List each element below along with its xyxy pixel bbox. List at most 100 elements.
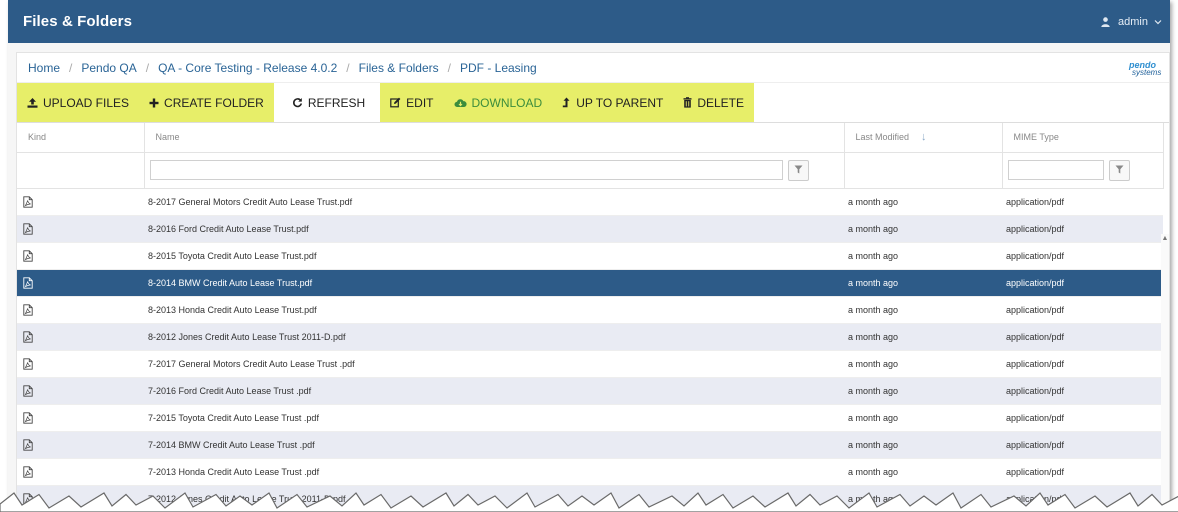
create-folder-label: CREATE FOLDER <box>164 95 264 110</box>
modified-filter-cell <box>844 152 1003 189</box>
up-to-parent-button[interactable]: UP TO PARENT <box>552 83 673 122</box>
pdf-file-icon <box>23 411 144 424</box>
file-name-cell: 7-2013 Honda Credit Auto Lease Trust .pd… <box>144 458 844 486</box>
mime-filter-button[interactable] <box>1108 159 1130 181</box>
mime-type-cell: application/pdf <box>1002 431 1163 459</box>
name-filter-button[interactable] <box>787 159 809 181</box>
column-header-mime-type[interactable]: MIME Type <box>1002 123 1164 153</box>
kind-filter-cell <box>17 152 145 189</box>
plus-icon <box>149 98 164 108</box>
last-modified-cell: a month ago <box>844 377 1002 405</box>
sort-descending-icon: ↓ <box>921 131 927 144</box>
user-menu[interactable]: admin <box>1101 16 1162 28</box>
file-row[interactable]: 8-2016 Ford Credit Auto Lease Trust.pdf a… <box>17 215 1163 243</box>
pdf-file-icon <box>23 357 144 370</box>
column-header-last-modified[interactable]: Last Modified ↓ <box>844 123 1003 153</box>
upload-icon <box>27 97 43 108</box>
breadcrumb-qa-core-testing[interactable]: QA - Core Testing - Release 4.0.2 <box>158 61 337 75</box>
refresh-button[interactable]: REFRESH <box>282 83 375 122</box>
mime-type-cell: application/pdf <box>1002 296 1163 324</box>
file-row[interactable]: 8-2012 Jones Credit Auto Lease Trust 201… <box>17 323 1163 351</box>
file-row[interactable]: 8-2017 General Motors Credit Auto Lease … <box>17 188 1163 216</box>
edit-button[interactable]: EDIT <box>380 83 443 122</box>
last-modified-cell: a month ago <box>844 296 1002 324</box>
kind-cell <box>17 377 144 405</box>
kind-cell <box>17 242 144 270</box>
kind-cell <box>17 215 144 243</box>
upload-files-button[interactable]: UPLOAD FILES <box>17 83 139 122</box>
kind-cell <box>17 269 144 297</box>
breadcrumb-pendo-qa[interactable]: Pendo QA <box>81 61 136 75</box>
file-name-cell: 8-2013 Honda Credit Auto Lease Trust.pdf <box>144 296 844 324</box>
file-name-cell: 7-2015 Toyota Credit Auto Lease Trust .p… <box>144 404 844 432</box>
grid-header-row: Kind Name Last Modified ↓ MIME Type <box>17 123 1164 153</box>
delete-button[interactable]: DELETE <box>673 83 754 122</box>
user-icon <box>1101 16 1110 27</box>
kind-cell <box>17 350 144 378</box>
file-row[interactable]: 8-2014 BMW Credit Auto Lease Trust.pdf a … <box>17 269 1163 297</box>
user-name: admin <box>1118 15 1148 28</box>
mime-type-cell: application/pdf <box>1002 350 1163 378</box>
toolbar-group-file-actions: EDIT DOWNLOAD UP TO PARENT DELETE <box>380 83 755 122</box>
app-title: Files & Folders <box>23 13 133 30</box>
name-filter-input[interactable] <box>149 160 783 180</box>
breadcrumb-separator: / <box>69 60 73 75</box>
pdf-file-icon <box>23 330 144 343</box>
last-modified-cell: a month ago <box>844 188 1002 216</box>
breadcrumb-home[interactable]: Home <box>28 61 60 75</box>
vertical-scrollbar[interactable]: ▲ <box>1161 234 1169 512</box>
last-modified-cell: a month ago <box>844 431 1002 459</box>
file-row[interactable]: 7-2016 Ford Credit Auto Lease Trust .pdf… <box>17 377 1163 405</box>
mime-filter-cell <box>1002 152 1164 189</box>
mime-filter-input[interactable] <box>1007 160 1104 180</box>
column-header-name[interactable]: Name <box>144 123 845 153</box>
breadcrumb-files-folders[interactable]: Files & Folders <box>359 61 439 75</box>
refresh-icon <box>292 97 308 108</box>
pdf-file-icon <box>23 465 144 478</box>
file-name-cell: 8-2015 Toyota Credit Auto Lease Trust.pd… <box>144 242 844 270</box>
breadcrumb-pdf-leasing[interactable]: PDF - Leasing <box>460 61 537 75</box>
funnel-icon <box>1115 161 1124 179</box>
file-name-cell: 7-2016 Ford Credit Auto Lease Trust .pdf <box>144 377 844 405</box>
last-modified-cell: a month ago <box>844 269 1002 297</box>
download-button[interactable]: DOWNLOAD <box>444 83 553 122</box>
last-modified-cell: a month ago <box>844 458 1002 486</box>
breadcrumb-separator: / <box>447 60 451 75</box>
last-modified-cell: a month ago <box>844 350 1002 378</box>
scroll-up-arrow-icon[interactable]: ▲ <box>1161 234 1169 244</box>
kind-cell <box>17 431 144 459</box>
last-modified-cell: a month ago <box>844 404 1002 432</box>
create-folder-button[interactable]: CREATE FOLDER <box>139 83 274 122</box>
download-label: DOWNLOAD <box>471 95 543 110</box>
file-row[interactable]: 8-2015 Toyota Credit Auto Lease Trust.pd… <box>17 242 1163 270</box>
pdf-file-icon <box>23 276 144 289</box>
cloud-download-icon <box>454 98 472 108</box>
logo-text-bottom: systems <box>1132 68 1162 77</box>
edit-label: EDIT <box>406 95 434 110</box>
last-modified-cell: a month ago <box>844 323 1002 351</box>
file-rows: 8-2017 General Motors Credit Auto Lease … <box>17 188 1163 512</box>
pendo-systems-logo: pendo systems <box>1129 61 1165 77</box>
level-up-icon <box>562 97 576 108</box>
pdf-file-icon <box>23 195 144 208</box>
edit-icon <box>390 97 406 108</box>
top-bar: Files & Folders admin <box>8 0 1170 43</box>
pdf-file-icon <box>23 222 144 235</box>
mime-type-cell: application/pdf <box>1002 215 1163 243</box>
file-row[interactable]: 7-2014 BMW Credit Auto Lease Trust .pdf a… <box>17 431 1163 459</box>
file-row[interactable]: 7-2015 Toyota Credit Auto Lease Trust .p… <box>17 404 1163 432</box>
kind-cell <box>17 404 144 432</box>
funnel-icon <box>794 161 803 179</box>
file-row[interactable]: 8-2013 Honda Credit Auto Lease Trust.pdf… <box>17 296 1163 324</box>
kind-cell <box>17 296 144 324</box>
column-header-kind[interactable]: Kind <box>17 123 145 153</box>
toolbar-group-refresh: REFRESH <box>282 83 375 122</box>
last-modified-cell: a month ago <box>844 242 1002 270</box>
trash-icon <box>683 97 697 108</box>
file-name-cell: 8-2016 Ford Credit Auto Lease Trust.pdf <box>144 215 844 243</box>
file-name-cell: 8-2012 Jones Credit Auto Lease Trust 201… <box>144 323 844 351</box>
file-row[interactable]: 7-2013 Honda Credit Auto Lease Trust .pd… <box>17 458 1163 486</box>
mime-type-cell: application/pdf <box>1002 323 1163 351</box>
breadcrumb: Home / Pendo QA / QA - Core Testing - Re… <box>17 53 1169 82</box>
file-row[interactable]: 7-2017 General Motors Credit Auto Lease … <box>17 350 1163 378</box>
